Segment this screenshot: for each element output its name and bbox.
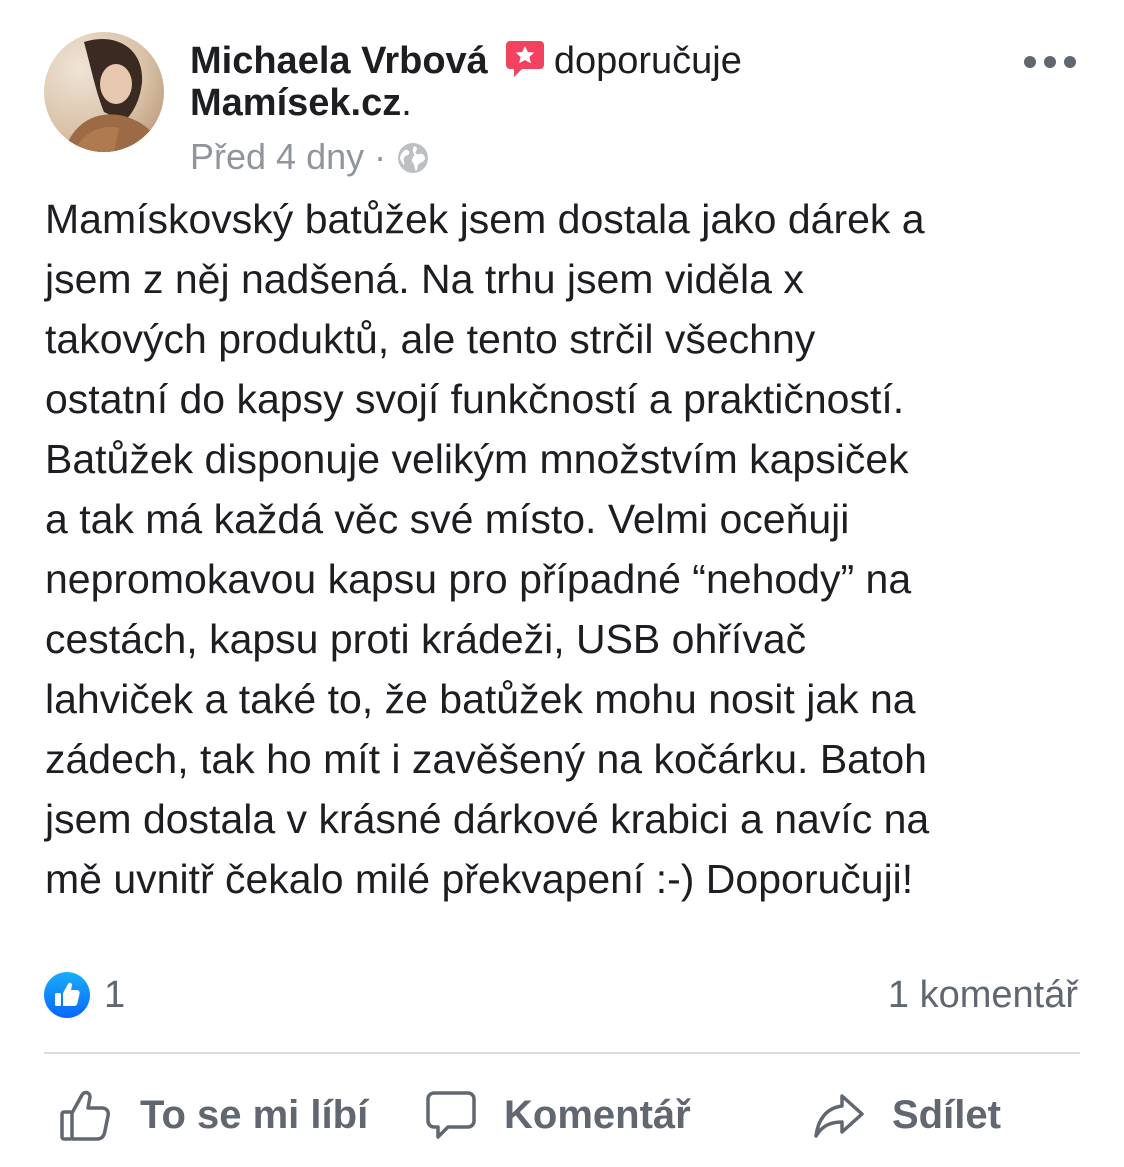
- like-button[interactable]: To se mi líbí: [58, 1084, 368, 1146]
- thumbs-up-icon: [60, 1090, 110, 1141]
- meta-separator: ·: [374, 136, 387, 177]
- post-timestamp[interactable]: Před 4 dny: [190, 136, 364, 177]
- globe-icon: [396, 141, 430, 185]
- comment-bubble-icon: [426, 1091, 476, 1139]
- share-arrow-icon: [814, 1094, 864, 1138]
- like-button-label: To se mi líbí: [140, 1092, 369, 1137]
- author-name[interactable]: Michaela Vrbová: [190, 40, 488, 82]
- comment-button-label: Komentář: [504, 1092, 691, 1137]
- divider: [44, 1052, 1080, 1054]
- recommends-text: doporučuje: [553, 40, 742, 82]
- like-reaction-icon[interactable]: [44, 972, 90, 1018]
- comment-button[interactable]: Komentář: [424, 1084, 691, 1146]
- more-options-icon[interactable]: [1022, 52, 1078, 72]
- comment-count[interactable]: 1 komentář: [888, 972, 1078, 1018]
- like-count[interactable]: 1: [104, 972, 125, 1018]
- page-name-suffix: .: [401, 82, 412, 124]
- recommendation-star-icon: [504, 39, 546, 90]
- avatar-image: [44, 32, 164, 152]
- post-body-text: Mamískovský batůžek jsem dostala jako dá…: [45, 196, 930, 902]
- avatar[interactable]: [44, 32, 164, 152]
- post-header-page: Mamísek.cz.: [190, 80, 412, 126]
- page-name-link[interactable]: Mamísek.cz: [190, 82, 401, 124]
- post-meta: Před 4 dny ·: [190, 135, 430, 185]
- share-button-label: Sdílet: [892, 1092, 1001, 1137]
- share-button[interactable]: Sdílet: [812, 1084, 1001, 1146]
